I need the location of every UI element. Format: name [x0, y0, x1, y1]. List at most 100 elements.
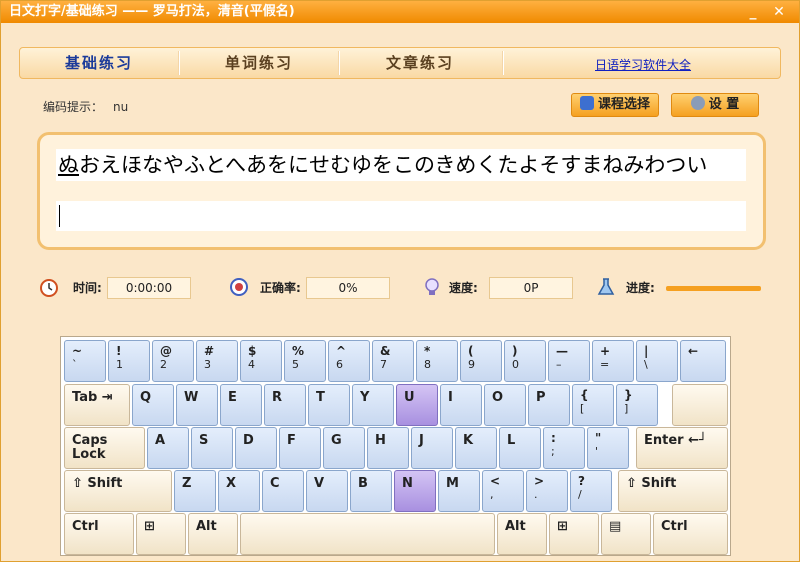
key-num-4[interactable]: $4: [240, 340, 282, 382]
code-hint: 编码提示： nu: [43, 98, 128, 115]
key-num-3[interactable]: #3: [196, 340, 238, 382]
key-sym-1[interactable]: >.: [526, 470, 568, 512]
time-label: 时间:: [73, 281, 102, 295]
accuracy-value: 0%: [306, 277, 390, 299]
key-g[interactable]: G: [323, 427, 365, 469]
key-q[interactable]: Q: [132, 384, 174, 426]
key-win-right[interactable]: ⊞: [549, 513, 599, 555]
practice-panel: ぬおえほなやふとへあをにせむゆをこのきめくたよそすまねみわつい: [37, 132, 766, 250]
virtual-keyboard: ~ `! 1 @2 #3 $4% 5 ^ 6 & 7 * 8(9) 0— – + = | \ ← Tab ⇥ Q W E R T Y…: [60, 336, 731, 556]
software-link[interactable]: 日语学习软件大全: [595, 56, 691, 73]
key-num-11[interactable]: — –: [548, 340, 590, 382]
key-bracket-1[interactable]: }]: [616, 384, 658, 426]
key-num-13[interactable]: | \: [636, 340, 678, 382]
book-icon: [579, 96, 594, 110]
close-button[interactable]: ✕: [769, 3, 789, 21]
course-select-label: 课程选择: [597, 97, 650, 112]
key-num-8[interactable]: * 8: [416, 340, 458, 382]
key-w[interactable]: W: [176, 384, 218, 426]
key-t[interactable]: T: [308, 384, 350, 426]
key-i[interactable]: I: [440, 384, 482, 426]
key-num-1[interactable]: ! 1: [108, 340, 150, 382]
course-select-button[interactable]: 课程选择: [571, 93, 659, 117]
key-x[interactable]: X: [218, 470, 260, 512]
window-title: 日文打字/基础练习 —— 罗马打法，清音(平假名): [9, 4, 295, 19]
text-caret: [59, 205, 60, 227]
key-j[interactable]: J: [411, 427, 453, 469]
key-space[interactable]: [240, 513, 495, 555]
title-bar: 日文打字/基础练习 —— 罗马打法，清音(平假名) _ ✕: [1, 1, 799, 23]
app-window: 日文打字/基础练习 —— 罗马打法，清音(平假名) _ ✕ 基础练习 单词练习 …: [0, 0, 800, 562]
key-backspace[interactable]: ←: [680, 340, 726, 382]
key-num-7[interactable]: & 7: [372, 340, 414, 382]
key-punct-0[interactable]: :;: [543, 427, 585, 469]
hint-value: nu: [113, 100, 129, 114]
tab-article-practice[interactable]: 文章练习: [340, 48, 500, 78]
progress-bar: [666, 286, 761, 291]
key-m[interactable]: M: [438, 470, 480, 512]
key-num-0[interactable]: ~ `: [64, 340, 106, 382]
key-sym-0[interactable]: <,: [482, 470, 524, 512]
current-char: ぬ: [58, 153, 79, 177]
key-e[interactable]: E: [220, 384, 262, 426]
key-caps-lock[interactable]: Caps Lock: [64, 427, 145, 469]
flask-icon: [597, 278, 615, 295]
target-text-line: ぬおえほなやふとへあをにせむゆをこのきめくたよそすまねみわつい: [56, 149, 746, 181]
key-alt-right[interactable]: Alt: [497, 513, 547, 555]
key-enter-top[interactable]: [672, 384, 728, 426]
key-u[interactable]: U: [396, 384, 438, 426]
key-num-5[interactable]: % 5: [284, 340, 326, 382]
target-icon: [230, 278, 248, 296]
tab-divider: [502, 51, 504, 75]
lightbulb-icon: [425, 278, 439, 295]
key-num-6[interactable]: ^ 6: [328, 340, 370, 382]
key-ctrl-right[interactable]: Ctrl: [653, 513, 728, 555]
key-shift-right[interactable]: ⇧ Shift: [618, 470, 728, 512]
progress-label: 进度:: [626, 281, 655, 295]
tab-word-practice[interactable]: 单词练习: [180, 48, 338, 78]
remaining-text: おえほなやふとへあをにせむゆをこのきめくたよそすまねみわつい: [79, 153, 708, 177]
key-bracket-0[interactable]: {[: [572, 384, 614, 426]
hint-label: 编码提示：: [43, 100, 104, 114]
key-sym-2[interactable]: ? /: [570, 470, 612, 512]
time-value: 0:00:00: [107, 277, 191, 299]
key-win-left[interactable]: ⊞: [136, 513, 186, 555]
key-h[interactable]: H: [367, 427, 409, 469]
settings-button[interactable]: 设 置: [671, 93, 759, 117]
key-shift-left[interactable]: ⇧ Shift: [64, 470, 172, 512]
key-a[interactable]: A: [147, 427, 189, 469]
key-ctrl-left[interactable]: Ctrl: [64, 513, 134, 555]
key-enter[interactable]: Enter ←┘: [636, 427, 728, 469]
key-o[interactable]: O: [484, 384, 526, 426]
key-r[interactable]: R: [264, 384, 306, 426]
key-b[interactable]: B: [350, 470, 392, 512]
key-k[interactable]: K: [455, 427, 497, 469]
key-d[interactable]: D: [235, 427, 277, 469]
key-s[interactable]: S: [191, 427, 233, 469]
key-z[interactable]: Z: [174, 470, 216, 512]
minimize-button[interactable]: _: [743, 3, 763, 21]
tab-bar: 基础练习 单词练习 文章练习 日语学习软件大全: [19, 47, 781, 79]
key-menu[interactable]: ▤: [601, 513, 651, 555]
key-c[interactable]: C: [262, 470, 304, 512]
speed-value: 0P: [489, 277, 573, 299]
key-p[interactable]: P: [528, 384, 570, 426]
key-f[interactable]: F: [279, 427, 321, 469]
typing-input[interactable]: [56, 201, 746, 231]
gear-icon: [690, 96, 705, 110]
key-n[interactable]: N: [394, 470, 436, 512]
key-num-10[interactable]: ) 0: [504, 340, 546, 382]
speed-label: 速度:: [449, 281, 478, 295]
tab-basic-practice[interactable]: 基础练习: [20, 48, 178, 78]
key-alt-left[interactable]: Alt: [188, 513, 238, 555]
key-punct-1[interactable]: " ': [587, 427, 629, 469]
key-y[interactable]: Y: [352, 384, 394, 426]
key-tab[interactable]: Tab ⇥: [64, 384, 130, 426]
key-v[interactable]: V: [306, 470, 348, 512]
clock-icon: [40, 279, 58, 297]
settings-label: 设 置: [708, 97, 740, 112]
key-num-12[interactable]: + =: [592, 340, 634, 382]
key-num-9[interactable]: (9: [460, 340, 502, 382]
key-num-2[interactable]: @2: [152, 340, 194, 382]
key-l[interactable]: L: [499, 427, 541, 469]
